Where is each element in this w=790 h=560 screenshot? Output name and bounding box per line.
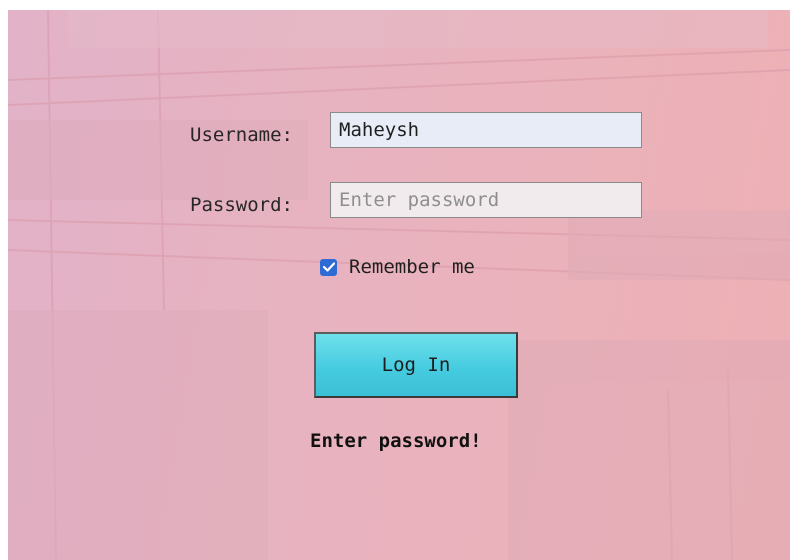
username-field[interactable] (330, 112, 642, 148)
login-button[interactable]: Log In (314, 332, 518, 398)
checkmark-icon (322, 262, 335, 272)
username-label: Username: (190, 124, 293, 146)
remember-me-label: Remember me (349, 256, 475, 278)
validation-message: Enter password! (310, 430, 482, 452)
login-form: Username: Password: Remember me Log In E… (8, 10, 790, 560)
remember-me-option[interactable]: Remember me (320, 256, 475, 278)
remember-me-checkbox[interactable] (320, 258, 337, 276)
login-page: Username: Password: Remember me Log In E… (8, 10, 790, 560)
password-field[interactable] (330, 182, 642, 218)
password-label: Password: (190, 194, 293, 216)
